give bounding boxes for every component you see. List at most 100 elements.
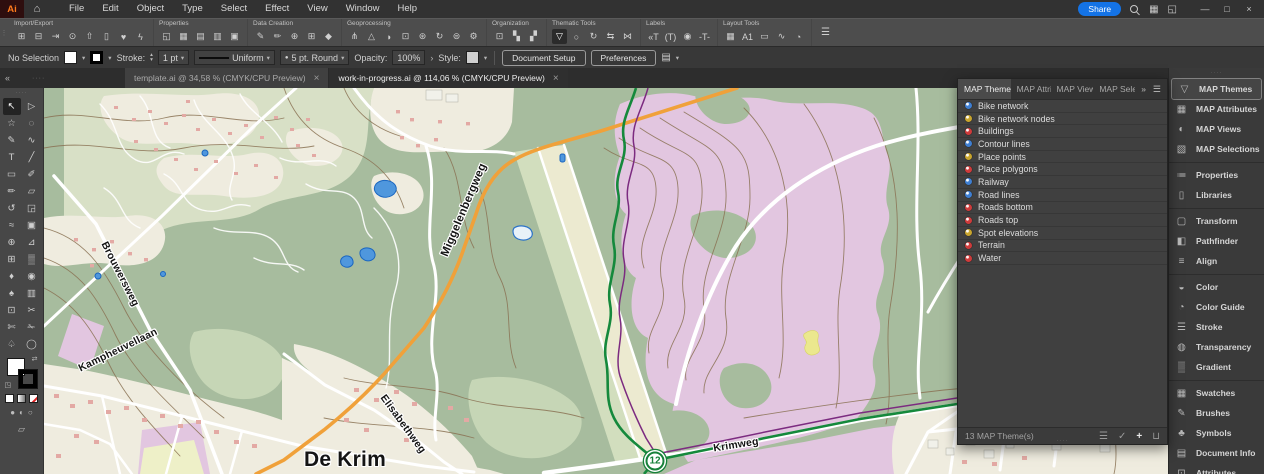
- draw-inside-icon[interactable]: ○: [28, 408, 33, 417]
- scale-bar-icon[interactable]: ▭: [757, 29, 772, 44]
- stepper-down-icon[interactable]: ▾: [150, 57, 153, 63]
- add-point-icon[interactable]: ✎: [253, 29, 268, 44]
- artboard-tool[interactable]: ⊡: [3, 302, 21, 319]
- menu-item[interactable]: Help: [389, 0, 427, 18]
- lasso-tool[interactable]: ◌: [23, 115, 41, 132]
- rectangle-tool[interactable]: ▭: [3, 166, 21, 183]
- dock-item-align[interactable]: ≡ Align: [1169, 251, 1264, 271]
- arrange-icon[interactable]: ▚: [509, 29, 524, 44]
- close-button[interactable]: ×: [1238, 0, 1260, 18]
- eyedropper-tool[interactable]: ♦: [3, 268, 21, 285]
- paintbrush-tool[interactable]: ✐: [23, 166, 41, 183]
- style-swatch[interactable]: [465, 51, 479, 64]
- import-icon[interactable]: ⊞: [14, 29, 29, 44]
- buffer-icon[interactable]: ⊛: [415, 29, 430, 44]
- zoom-tool[interactable]: ◯: [23, 336, 41, 353]
- menu-item[interactable]: Object: [128, 0, 173, 18]
- pencil-tool[interactable]: ✏: [3, 183, 21, 200]
- menu-item[interactable]: Edit: [93, 0, 127, 18]
- gradient-tool[interactable]: ▒: [23, 251, 41, 268]
- none-button[interactable]: [29, 394, 38, 403]
- apply-theme-icon[interactable]: ✓: [1118, 431, 1126, 442]
- export-web-icon[interactable]: ♥: [116, 29, 131, 44]
- label-point-icon[interactable]: ◉: [680, 29, 695, 44]
- shape-builder-tool[interactable]: ⊕: [3, 234, 21, 251]
- draw-normal-icon[interactable]: ●: [10, 408, 15, 417]
- knife-tool[interactable]: ✁: [23, 319, 41, 336]
- dock-item-map-themes[interactable]: ▽ MAP Themes: [1171, 78, 1262, 100]
- panel-tab-map-themes[interactable]: MAP Themes: [958, 79, 1011, 99]
- theme-row[interactable]: Terrain: [958, 240, 1167, 253]
- dock-item-transparency[interactable]: ◍ Transparency: [1169, 337, 1264, 357]
- dock-item-brushes[interactable]: ✎ Brushes: [1169, 403, 1264, 423]
- menu-item[interactable]: View: [298, 0, 336, 18]
- slice-tool[interactable]: ✂: [23, 302, 41, 319]
- close-icon[interactable]: ×: [553, 73, 559, 84]
- menu-item[interactable]: Effect: [256, 0, 298, 18]
- view-properties-icon[interactable]: ▥: [210, 29, 225, 44]
- profile-tool-icon[interactable]: ∿: [774, 29, 789, 44]
- column-graph-tool[interactable]: ▥: [23, 285, 41, 302]
- panel-tab-map-selections[interactable]: MAP Sele: [1093, 79, 1135, 99]
- merge-icon[interactable]: ⊜: [449, 29, 464, 44]
- import-multiple-icon[interactable]: ⊟: [31, 29, 46, 44]
- quick-export-icon[interactable]: ϟ: [133, 29, 148, 44]
- restore-button[interactable]: □: [1216, 0, 1238, 18]
- shaper-tool[interactable]: ▱: [23, 183, 41, 200]
- theme-row[interactable]: Place polygons: [958, 163, 1167, 177]
- attribute-table-icon[interactable]: ▦: [176, 29, 191, 44]
- invert-icon[interactable]: ◑: [381, 29, 396, 44]
- menu-item[interactable]: File: [60, 0, 93, 18]
- drag-handle-icon[interactable]: ····: [32, 75, 45, 82]
- panel-resize-handle[interactable]: ····: [1057, 438, 1069, 444]
- dock-drag-handle[interactable]: ····: [1169, 69, 1264, 77]
- label-text-icon[interactable]: -T-: [697, 29, 712, 44]
- stroke-stepper[interactable]: ▴ ▾: [150, 53, 153, 62]
- gradient-button[interactable]: [17, 394, 26, 403]
- toolbar-overflow-icon[interactable]: ☰: [812, 19, 839, 46]
- expand-tabs-icon[interactable]: »: [1141, 84, 1146, 94]
- crop-icon[interactable]: ⊡: [398, 29, 413, 44]
- mesh-tool[interactable]: ⊞: [3, 251, 21, 268]
- dock-item-symbols[interactable]: ♣ Symbols: [1169, 423, 1264, 443]
- grid-tool-icon[interactable]: ▦: [723, 29, 738, 44]
- dock-item-map-attributes[interactable]: ▦ MAP Attributes: [1169, 99, 1264, 119]
- simplify-icon[interactable]: △: [364, 29, 379, 44]
- upload-icon[interactable]: ⇧: [82, 29, 97, 44]
- panel-tab-map-attributes[interactable]: MAP Attri: [1011, 79, 1051, 99]
- theme-row[interactable]: Road lines: [958, 189, 1167, 202]
- scissors-tool[interactable]: ✄: [3, 319, 21, 336]
- dock-item-color-guide[interactable]: ◔ Color Guide: [1169, 297, 1264, 317]
- label-frame-icon[interactable]: (T): [663, 29, 678, 44]
- stroke-color-swatch[interactable]: [18, 370, 37, 388]
- export-artboard-icon[interactable]: ▯: [99, 29, 114, 44]
- share-button[interactable]: Share: [1078, 2, 1122, 16]
- dock-item-attributes[interactable]: ⊡ Attributes: [1169, 463, 1264, 474]
- direct-selection-tool[interactable]: ▷: [23, 98, 41, 115]
- collapse-panels-icon[interactable]: «: [5, 73, 10, 83]
- minimize-button[interactable]: —: [1194, 0, 1216, 18]
- tab-work-in-progress-document[interactable]: work-in-progress.ai @ 114,06 % (CMYK/CPU…: [329, 68, 568, 88]
- dock-item-libraries[interactable]: ▯ Libraries: [1169, 185, 1264, 205]
- theme-row[interactable]: Bike network nodes: [958, 113, 1167, 126]
- north-arrow-icon[interactable]: ◔: [791, 29, 806, 44]
- workspace-switcher-icon[interactable]: ◱: [1168, 4, 1177, 15]
- panel-menu-icon[interactable]: ☰: [1153, 84, 1161, 95]
- swap-fill-stroke-icon[interactable]: ⇄: [32, 355, 38, 363]
- magic-wand-tool[interactable]: ☆: [3, 115, 21, 132]
- fill-dropdown-icon[interactable]: ▾: [82, 54, 85, 62]
- theme-row[interactable]: Bike network: [958, 100, 1167, 113]
- pen-tool[interactable]: ✎: [3, 132, 21, 149]
- dock-item-map-views[interactable]: ◐ MAP Views: [1169, 119, 1264, 139]
- update-icon[interactable]: ↻: [432, 29, 447, 44]
- toolbar-grip[interactable]: ⋮: [0, 19, 9, 46]
- join-theme-icon[interactable]: ⋈: [620, 29, 635, 44]
- opacity-panel-icon[interactable]: ›: [430, 53, 433, 63]
- swap-theme-icon[interactable]: ⇆: [603, 29, 618, 44]
- delete-theme-icon[interactable]: ⊔: [1152, 431, 1160, 442]
- fill-swatch[interactable]: [64, 51, 78, 64]
- ellipse-theme-icon[interactable]: ○: [569, 29, 584, 44]
- theme-row[interactable]: Water: [958, 252, 1167, 265]
- opacity-input[interactable]: 100%: [392, 50, 426, 65]
- symbol-sprayer-tool[interactable]: ♠: [3, 285, 21, 302]
